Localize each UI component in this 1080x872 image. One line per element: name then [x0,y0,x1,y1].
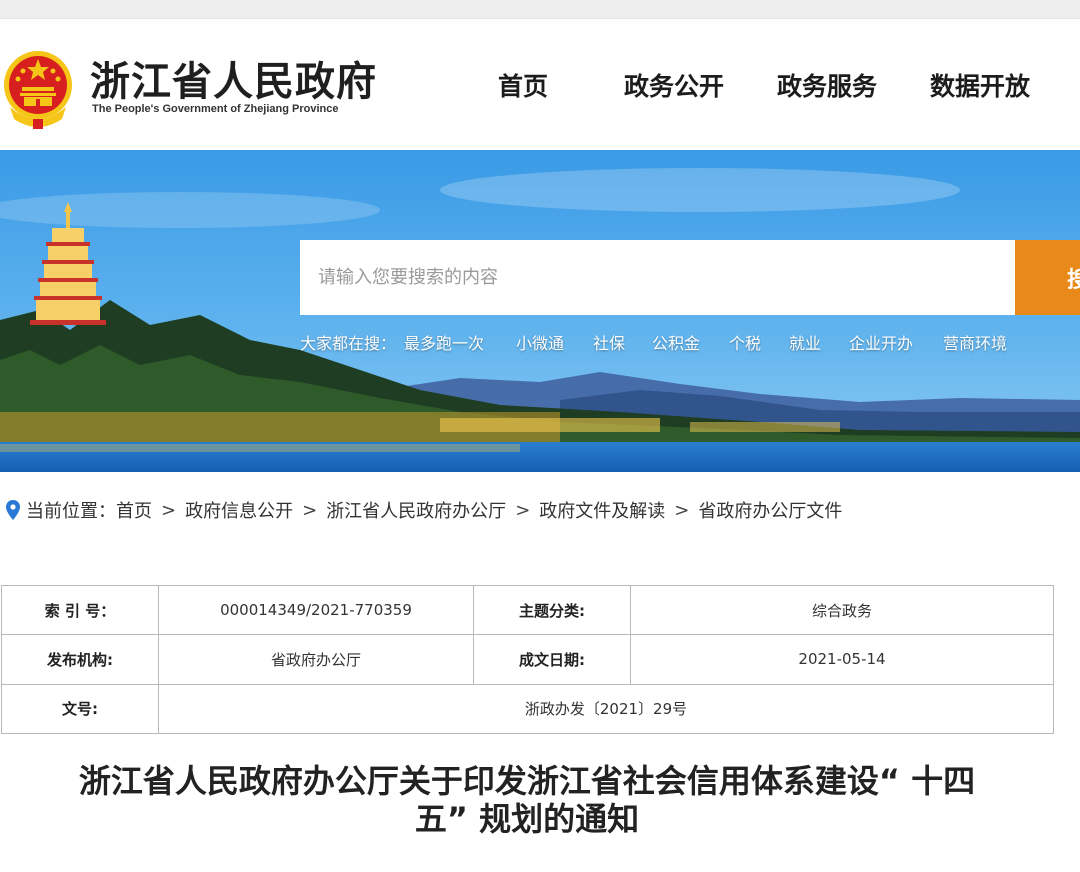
table-row: 文号: 浙政办发〔2021〕29号 [1,683,1054,735]
browser-top-strip [0,0,1080,19]
nav-government-services[interactable]: 政务服务 [777,67,877,107]
creation-date-label: 成文日期: [473,634,631,685]
hero-banner: 搜 大家都在搜： 最多跑一次 小微通 社保 公积金 个税 就业 企业开办 营商环… [0,150,1080,472]
breadcrumb-item[interactable]: 首页 [116,497,152,523]
breadcrumb-separator: > [161,499,177,521]
breadcrumb-item[interactable]: 省政府办公厅文件 [698,497,842,523]
document-title-line: 浙江省人民政府办公厅关于印发浙江省社会信用体系建设“ 十四 [78,762,976,800]
nav-home[interactable]: 首页 [498,67,548,107]
publisher-label: 发布机构: [1,634,159,685]
breadcrumb-prefix: 当前位置： [26,501,116,522]
document-metadata-table: 索 引 号： 000014349/2021-770359 主题分类: 综合政务 … [1,584,1054,735]
nav-government-affairs-disclosure[interactable]: 政务公开 [624,67,724,107]
table-row: 索 引 号： 000014349/2021-770359 主题分类: 综合政务 [1,584,1054,636]
topic-category-value: 综合政务 [630,584,1054,636]
breadcrumb-item[interactable]: 政府文件及解读 [539,497,665,523]
breadcrumb-separator: > [515,499,531,521]
document-title-line: 五” 规划的通知 [414,800,640,838]
index-number-label: 索 引 号： [1,584,159,636]
document-number-label: 文号: [1,683,159,735]
hot-search-item[interactable]: 营商环境 [943,330,1007,353]
site-subtitle: The People's Government of Zhejiang Prov… [92,103,339,115]
breadcrumb: 当前位置： 首页 > 政府信息公开 > 浙江省人民政府办公厅 > 政府文件及解读… [6,496,842,524]
hot-search-item[interactable]: 小微通 [516,330,564,353]
nav-open-data[interactable]: 数据开放 [930,67,1030,107]
breadcrumb-item[interactable]: 浙江省人民政府办公厅 [326,497,506,523]
hot-search-item[interactable]: 最多跑一次 [404,330,484,353]
creation-date-value: 2021-05-14 [630,634,1054,685]
search-button[interactable]: 搜 [1015,240,1080,315]
table-row: 发布机构: 省政府办公厅 成文日期: 2021-05-14 [1,634,1054,685]
location-pin-icon [6,500,20,520]
site-title: 浙江省人民政府 [90,58,377,105]
search-input[interactable] [300,240,1015,315]
topic-category-label: 主题分类: [473,584,631,636]
hot-search-item[interactable]: 就业 [789,330,821,353]
index-number-value: 000014349/2021-770359 [158,584,474,636]
hot-search-prefix: 大家都在搜： [300,334,397,353]
hot-search-item[interactable]: 公积金 [652,330,700,353]
publisher-value: 省政府办公厅 [158,634,474,685]
document-title: 浙江省人民政府办公厅关于印发浙江省社会信用体系建设“ 十四 五” 规划的通知 [20,762,1034,838]
document-number-value: 浙政办发〔2021〕29号 [158,683,1054,735]
breadcrumb-separator: > [674,499,690,521]
hot-search-item[interactable]: 社保 [593,330,625,353]
breadcrumb-item[interactable]: 政府信息公开 [185,497,293,523]
breadcrumb-separator: > [302,499,318,521]
site-header: 浙江省人民政府 The People's Government of Zheji… [0,19,1080,150]
hot-search-item[interactable]: 个税 [729,330,761,353]
hot-search-item[interactable]: 企业开办 [849,330,913,353]
national-emblem-icon [4,51,72,129]
